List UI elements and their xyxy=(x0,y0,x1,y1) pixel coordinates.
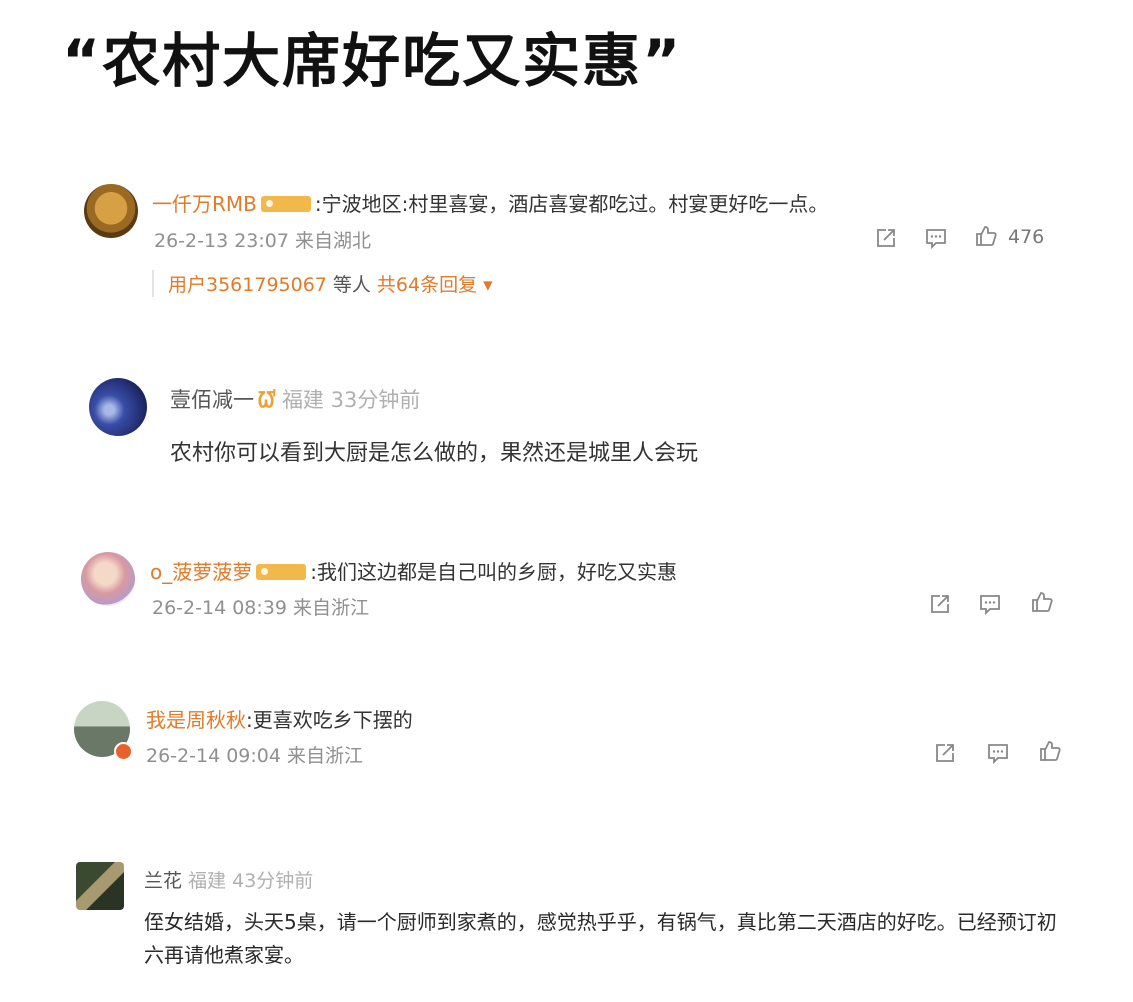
username[interactable]: 一仟万RMB xyxy=(152,192,257,216)
thumbs-up-icon[interactable] xyxy=(1030,590,1054,614)
location: 来自浙江 xyxy=(287,745,364,767)
avatar[interactable] xyxy=(81,552,135,606)
comment-text: 农村你可以看到大厨是怎么做的，果然还是城里人会玩 xyxy=(170,441,699,466)
share-icon[interactable] xyxy=(933,741,957,765)
username[interactable]: o_菠萝菠萝 xyxy=(150,560,252,584)
location: 来自湖北 xyxy=(295,230,372,252)
time-ago: 33分钟前 xyxy=(330,388,421,412)
comment-header: 壹佰减一 ᘺ 福建 33分钟前 xyxy=(170,384,420,414)
fan-badge-icon xyxy=(260,196,311,212)
comment-line: o_菠萝菠萝 :我们这边都是自己叫的乡厨，好吃又实惠 xyxy=(150,556,677,585)
vip-icon: ᘺ xyxy=(258,388,276,412)
reply-others: 等人 xyxy=(332,274,371,296)
comment-header: 兰花 福建 43分钟前 xyxy=(144,866,313,893)
region: 福建 xyxy=(281,388,324,412)
avatar[interactable] xyxy=(84,184,138,238)
comment-line: 我是周秋秋:更喜欢吃乡下摆的 xyxy=(146,704,413,733)
verified-badge-icon xyxy=(114,742,133,761)
avatar[interactable] xyxy=(89,378,147,436)
timestamp: 26-2-13 23:07 xyxy=(154,230,289,252)
comment-line: 一仟万RMB :宁波地区:村里喜宴，酒店喜宴都吃过。村宴更好吃一点。 xyxy=(152,188,828,217)
reply-summary[interactable]: 用户3561795067 等人 共64条回复 ▾ xyxy=(152,270,493,297)
username[interactable]: 兰花 xyxy=(144,870,182,892)
headline-title: “农村大席好吃又实惠” xyxy=(62,27,683,95)
location: 来自浙江 xyxy=(293,597,370,619)
comment-meta: 26-2-13 23:07 来自湖北 xyxy=(154,226,371,253)
comment-meta: 26-2-14 09:04 来自浙江 xyxy=(146,741,363,768)
share-icon[interactable] xyxy=(928,592,952,616)
comment-text: :宁波地区:村里喜宴，酒店喜宴都吃过。村宴更好吃一点。 xyxy=(314,192,829,216)
fan-badge-icon xyxy=(256,564,307,580)
comment-text: :更喜欢吃乡下摆的 xyxy=(246,708,413,732)
comment-text: 侄女结婚，头天5桌，请一个厨师到家煮的，感觉热乎乎，有锅气，真比第二天酒店的好吃… xyxy=(144,910,1057,967)
avatar[interactable] xyxy=(76,862,124,910)
timestamp: 26-2-14 08:39 xyxy=(152,597,287,619)
like-count: 476 xyxy=(1008,226,1045,248)
comment-meta: 26-2-14 08:39 来自浙江 xyxy=(152,593,369,620)
timestamp: 26-2-14 09:04 xyxy=(146,745,281,767)
share-icon[interactable] xyxy=(874,226,898,250)
chevron-down-icon[interactable]: ▾ xyxy=(483,274,493,296)
reply-count[interactable]: 共64条回复 xyxy=(377,274,477,296)
reply-users[interactable]: 用户3561795067 xyxy=(168,274,327,296)
comment-icon[interactable] xyxy=(924,226,948,250)
comment-icon[interactable] xyxy=(986,741,1010,765)
region: 福建 xyxy=(188,870,227,892)
comment-text: :我们这边都是自己叫的乡厨，好吃又实惠 xyxy=(310,560,677,584)
thumbs-up-icon[interactable] xyxy=(1038,739,1062,763)
time-ago: 43分钟前 xyxy=(232,870,314,892)
username[interactable]: 我是周秋秋 xyxy=(146,708,246,732)
comment-icon[interactable] xyxy=(978,592,1002,616)
username[interactable]: 壹佰减一 xyxy=(170,388,254,412)
thumbs-up-icon[interactable] xyxy=(974,224,998,248)
